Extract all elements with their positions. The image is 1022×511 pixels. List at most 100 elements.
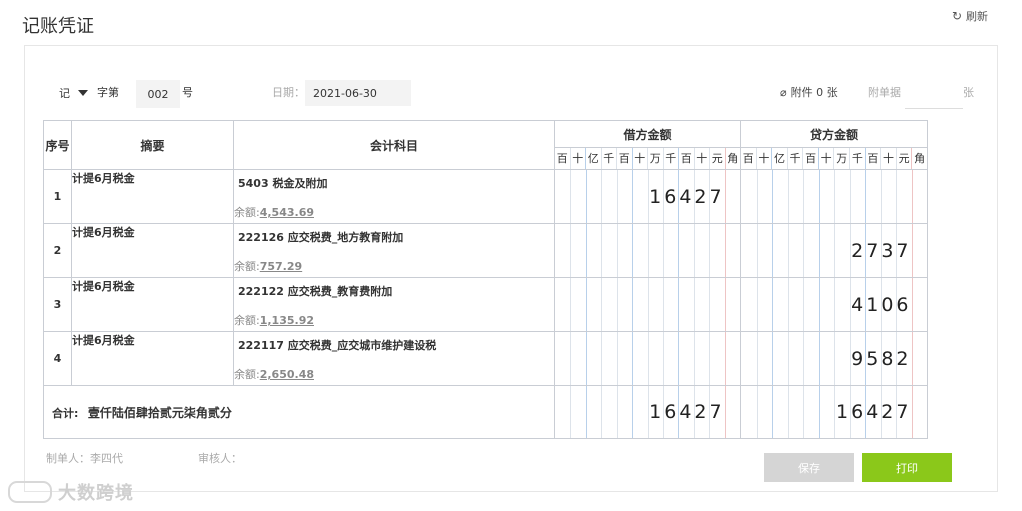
credit-amount-cell[interactable]: 2737 bbox=[740, 223, 928, 278]
digit-grid-line bbox=[787, 224, 789, 277]
credit-digit-header: 百十亿千百十万千百十元角 bbox=[740, 147, 928, 170]
digit-grid-line bbox=[772, 332, 773, 385]
hao-label: 号 bbox=[182, 86, 193, 99]
digit-grid-line bbox=[803, 332, 804, 385]
save-button[interactable]: 保存 bbox=[764, 453, 854, 482]
digit-grid-line bbox=[662, 332, 664, 385]
digit-grid-line bbox=[632, 224, 634, 277]
debit-digit-header: 百十亿千百十万千百十元角 bbox=[554, 147, 741, 170]
digit-grid-line bbox=[834, 224, 835, 277]
digit-grid-line bbox=[772, 278, 773, 331]
bill-label: 附单据 bbox=[868, 86, 901, 99]
digit-grid-line bbox=[616, 170, 618, 223]
digit-grid-line bbox=[585, 224, 587, 277]
digit-grid-line bbox=[818, 332, 820, 385]
debit-amount-cell[interactable] bbox=[554, 331, 741, 386]
row-seq: 1 bbox=[43, 169, 72, 224]
row-summary[interactable]: 计提6月税金 bbox=[71, 331, 234, 386]
row-summary[interactable]: 计提6月税金 bbox=[71, 169, 234, 224]
digit-grid-line bbox=[570, 170, 572, 223]
digit-unit-label: 角 bbox=[724, 148, 741, 169]
row-summary[interactable]: 计提6月税金 bbox=[71, 277, 234, 332]
row-seq: 2 bbox=[43, 223, 72, 278]
voucher-number-input[interactable] bbox=[136, 80, 180, 108]
row-account[interactable]: 222117 应交税费_应交城市维护建设税 余额:2,650.48 bbox=[233, 331, 555, 386]
account-name: 222117 应交税费_应交城市维护建设税 bbox=[238, 339, 437, 352]
digit-grid-line bbox=[834, 278, 835, 331]
account-name: 222122 应交税费_教育费附加 bbox=[238, 285, 393, 298]
digit-unit-label: 十 bbox=[755, 148, 772, 169]
balance-label: 余额: bbox=[234, 368, 260, 381]
balance-value: 1,135.92 bbox=[259, 314, 314, 327]
digit-grid-line bbox=[601, 386, 603, 438]
total-credit-cell: 16427 bbox=[740, 385, 928, 439]
digit-grid-line bbox=[662, 278, 664, 331]
table-row[interactable]: 1 计提6月税金 5403 税金及附加 余额:4,543.69 16427 bbox=[43, 169, 928, 224]
header-seq: 序号 bbox=[43, 120, 72, 170]
digit-grid-line bbox=[818, 278, 820, 331]
maker-label: 制单人：李四代 bbox=[46, 452, 123, 465]
digit-grid-line bbox=[911, 332, 913, 385]
digit-grid-line bbox=[585, 332, 587, 385]
digit-grid-line bbox=[818, 224, 820, 277]
digit-grid-line bbox=[662, 224, 664, 277]
digit-grid-line bbox=[709, 278, 711, 331]
digit-grid-line bbox=[834, 170, 835, 223]
zhang-label: 张 bbox=[963, 86, 974, 99]
credit-amount-cell[interactable]: 9582 bbox=[740, 331, 928, 386]
row-account[interactable]: 222122 应交税费_教育费附加 余额:1,135.92 bbox=[233, 277, 555, 332]
digit-grid-line bbox=[585, 170, 587, 223]
watermark-text: 大数跨境 bbox=[58, 483, 134, 504]
balance-label: 余额: bbox=[234, 206, 260, 219]
refresh-icon: ↻ bbox=[951, 9, 962, 23]
digit-unit-label: 亿 bbox=[771, 148, 787, 169]
digit-unit-label: 万 bbox=[647, 148, 663, 169]
credit-amount-cell[interactable] bbox=[740, 169, 928, 224]
digit-grid-line bbox=[772, 386, 773, 438]
digit-grid-line bbox=[880, 170, 882, 223]
debit-amount-cell[interactable] bbox=[554, 277, 741, 332]
row-account[interactable]: 5403 税金及附加 余额:4,543.69 bbox=[233, 169, 555, 224]
digit-grid-line bbox=[787, 170, 789, 223]
debit-amount-cell[interactable] bbox=[554, 223, 741, 278]
digit-grid-line bbox=[911, 386, 913, 438]
credit-amount-cell[interactable]: 4106 bbox=[740, 277, 928, 332]
digit-grid-line bbox=[818, 386, 820, 438]
digit-grid-line bbox=[911, 224, 913, 277]
row-seq: 3 bbox=[43, 277, 72, 332]
digit-grid-line bbox=[756, 332, 758, 385]
digit-grid-line bbox=[724, 224, 726, 277]
attachments-link[interactable]: ⌀ 附件 0 张 bbox=[780, 80, 838, 106]
watermark-logo-icon bbox=[8, 481, 52, 503]
date-input[interactable] bbox=[305, 80, 411, 106]
digit-unit-label: 万 bbox=[833, 148, 849, 169]
digit-grid-line bbox=[911, 278, 913, 331]
digit-unit-label: 千 bbox=[600, 148, 617, 169]
table-row[interactable]: 3 计提6月税金 222122 应交税费_教育费附加 余额:1,135.92 4… bbox=[43, 277, 928, 332]
account-name: 222126 应交税费_地方教育附加 bbox=[238, 231, 404, 244]
debit-amount: 16427 bbox=[649, 185, 725, 208]
digit-grid-line bbox=[756, 386, 758, 438]
row-seq: 4 bbox=[43, 331, 72, 386]
print-button[interactable]: 打印 bbox=[862, 453, 952, 482]
balance-label: 余额: bbox=[234, 260, 260, 273]
credit-amount: 2737 bbox=[851, 239, 912, 262]
digit-grid-line bbox=[803, 278, 804, 331]
digit-unit-label: 千 bbox=[849, 148, 865, 169]
digit-grid-line bbox=[616, 278, 618, 331]
digit-unit-label: 千 bbox=[786, 148, 803, 169]
bill-count-input[interactable] bbox=[905, 80, 963, 109]
table-row[interactable]: 2 计提6月税金 222126 应交税费_地方教育附加 余额:757.29 27… bbox=[43, 223, 928, 278]
digit-unit-label: 十 bbox=[693, 148, 710, 169]
row-account[interactable]: 222126 应交税费_地方教育附加 余额:757.29 bbox=[233, 223, 555, 278]
refresh-button[interactable]: ↻ 刷新 bbox=[952, 8, 988, 24]
total-credit: 16427 bbox=[836, 401, 912, 423]
voucher-word-select[interactable]: 记 bbox=[51, 80, 91, 106]
digit-unit-label: 百 bbox=[802, 148, 818, 169]
debit-amount-cell[interactable]: 16427 bbox=[554, 169, 741, 224]
digit-grid-line bbox=[896, 170, 897, 223]
row-summary[interactable]: 计提6月税金 bbox=[71, 223, 234, 278]
digit-grid-line bbox=[678, 278, 680, 331]
digit-grid-line bbox=[724, 332, 726, 385]
table-row[interactable]: 4 计提6月税金 222117 应交税费_应交城市维护建设税 余额:2,650.… bbox=[43, 331, 928, 386]
